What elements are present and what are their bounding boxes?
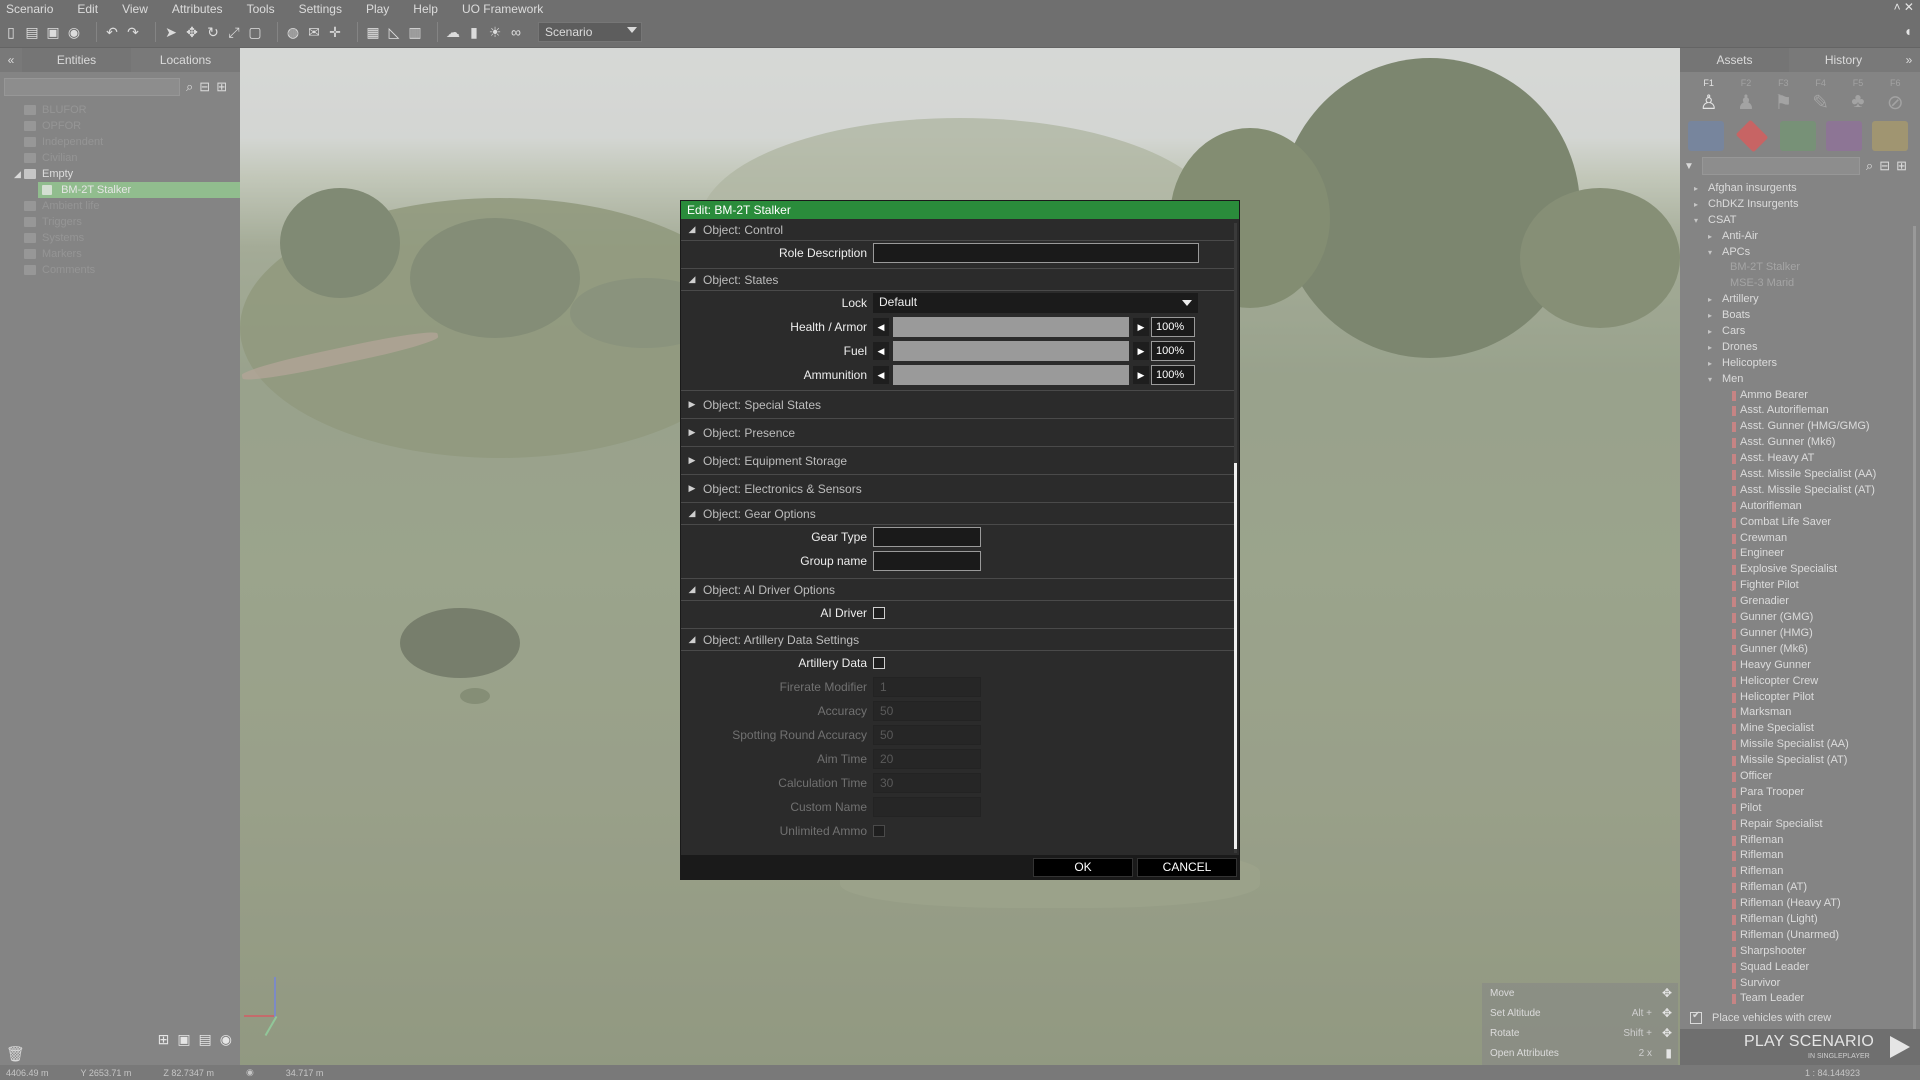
field-label: Ammunition [803,368,867,382]
section-label: Object: Equipment Storage [703,453,848,468]
field-label: Gear Type [811,530,867,544]
row-ammunition: Ammunition ◀ ▶ 100% [681,363,1235,387]
section-label: Object: Presence [703,425,796,440]
section-control[interactable]: ◢ Object: Control [681,219,1235,241]
decrease-icon[interactable]: ◀ [873,342,889,360]
field-label: Group name [800,554,867,568]
section-label: Object: Gear Options [703,506,816,521]
dialog-body: ◢ Object: Control Role Description ◢ Objec… [681,219,1235,854]
ammunition-value[interactable]: 100% [1151,365,1195,385]
fuel-slider[interactable]: ◀ ▶ 100% [873,341,1195,361]
field-label: Health / Armor [790,320,867,334]
row-spotting: Spotting Round Accuracy 50 [681,723,1235,747]
decrease-icon[interactable]: ◀ [873,318,889,336]
row-lock: Lock Default [681,291,1235,315]
role-description-input[interactable] [873,243,1199,263]
row-role-description: Role Description [681,241,1235,265]
lock-select-value: Default [879,295,918,309]
field-label: Artillery Data [798,656,867,670]
field-label: Unlimited Ammo [779,824,867,838]
increase-icon[interactable]: ▶ [1133,366,1149,384]
section-label: Object: Special States [703,397,822,412]
calc-time-input: 30 [873,773,981,793]
field-label: Aim Time [816,752,867,766]
row-artillery-data: Artillery Data [681,651,1235,675]
section-label: Object: Electronics & Sensors [703,481,862,496]
row-aim-time: Aim Time 20 [681,747,1235,771]
collapse-triangle-icon: ◢ [688,274,696,284]
increase-icon[interactable]: ▶ [1133,342,1149,360]
decrease-icon[interactable]: ◀ [873,366,889,384]
health-value[interactable]: 100% [1151,317,1195,337]
ok-button[interactable]: OK [1033,858,1133,877]
chevron-down-icon [1182,300,1192,306]
expand-triangle-icon: ▶ [688,483,696,493]
dialog-title: Edit: BM-2T Stalker [681,201,1239,219]
row-ai-driver: AI Driver [681,601,1235,625]
field-label: Accuracy [817,704,867,718]
row-calc-time: Calculation Time 30 [681,771,1235,795]
expand-triangle-icon: ▶ [688,427,696,437]
section-label: Object: AI Driver Options [703,582,836,597]
row-accuracy: Accuracy 50 [681,699,1235,723]
section-special-states[interactable]: ▶ Object: Special States [681,391,1235,419]
section-gear-options[interactable]: ◢ Object: Gear Options [681,503,1235,525]
slider-track[interactable] [893,365,1129,385]
artillery-data-checkbox[interactable] [873,657,885,669]
increase-icon[interactable]: ▶ [1133,318,1149,336]
spotting-input: 50 [873,725,981,745]
section-label: Object: Control [703,222,784,237]
field-label: Firerate Modifier [779,680,867,694]
accuracy-input: 50 [873,701,981,721]
row-firerate: Firerate Modifier 1 [681,675,1235,699]
section-artillery[interactable]: ◢ Object: Artillery Data Settings [681,629,1235,651]
expand-triangle-icon: ▶ [688,399,696,409]
section-equipment-storage[interactable]: ▶ Object: Equipment Storage [681,447,1235,475]
slider-track[interactable] [893,341,1129,361]
expand-triangle-icon: ▶ [688,455,696,465]
field-label: Role Description [778,246,867,260]
ammunition-slider[interactable]: ◀ ▶ 100% [873,365,1195,385]
row-fuel: Fuel ◀ ▶ 100% [681,339,1235,363]
collapse-triangle-icon: ◢ [688,634,696,644]
lock-select[interactable]: Default [873,293,1198,313]
fuel-value[interactable]: 100% [1151,341,1195,361]
custom-name-input [873,797,981,817]
row-custom-name: Custom Name [681,795,1235,819]
ai-driver-checkbox[interactable] [873,607,885,619]
cancel-button[interactable]: CANCEL [1137,858,1237,877]
section-label: Object: States [703,272,779,287]
row-group-name: Group name [681,549,1235,573]
row-unlimited-ammo: Unlimited Ammo [681,819,1235,843]
field-label: Calculation Time [778,776,867,790]
section-states[interactable]: ◢ Object: States [681,269,1235,291]
slider-track[interactable] [893,317,1129,337]
section-presence[interactable]: ▶ Object: Presence [681,419,1235,447]
dialog-scrollbar[interactable] [1234,223,1237,853]
scrollbar-thumb[interactable] [1234,463,1237,849]
section-ai-driver[interactable]: ◢ Object: AI Driver Options [681,579,1235,601]
firerate-input: 1 [873,677,981,697]
gear-type-input[interactable] [873,527,981,547]
row-gear-type: Gear Type [681,525,1235,549]
section-electronics[interactable]: ▶ Object: Electronics & Sensors [681,475,1235,503]
collapse-triangle-icon: ◢ [688,508,696,518]
section-label: Object: Artillery Data Settings [703,632,860,647]
aim-time-input: 20 [873,749,981,769]
edit-attributes-dialog: Edit: BM-2T Stalker ◢ Object: Control Rol… [680,200,1240,880]
collapse-triangle-icon: ◢ [688,584,696,594]
collapse-triangle-icon: ◢ [688,224,696,234]
field-label: Custom Name [790,800,867,814]
dialog-footer: OK CANCEL [681,855,1239,879]
field-label: AI Driver [820,606,867,620]
field-label: Lock [841,296,867,310]
field-label: Spotting Round Accuracy [732,728,867,742]
row-health: Health / Armor ◀ ▶ 100% [681,315,1235,339]
health-slider[interactable]: ◀ ▶ 100% [873,317,1195,337]
group-name-input[interactable] [873,551,981,571]
unlimited-ammo-checkbox [873,825,885,837]
field-label: Fuel [843,344,867,358]
